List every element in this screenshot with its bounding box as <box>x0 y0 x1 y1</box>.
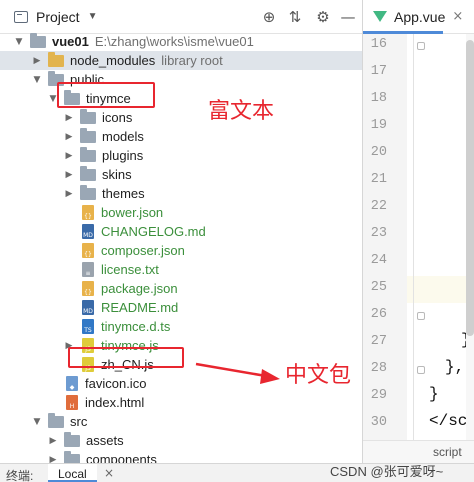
vue-file-icon <box>373 11 387 22</box>
watermark: CSDN @张可爱呀~ <box>330 464 444 479</box>
code-line-30[interactable]: } <box>429 385 439 403</box>
close-icon[interactable]: × <box>452 9 463 24</box>
line-number: 29 <box>370 388 387 403</box>
project-panel: Project ▼ ⊕ ⇅ ⚙ — ▼ vue01 E:\zhang\works… <box>0 0 362 463</box>
annotation-chinese-pack: 中文包 <box>285 363 352 388</box>
line-number-current: 25 <box>370 280 387 295</box>
editor-pane: App.vue × 16 17 18 19 20 21 22 23 24 25 … <box>362 0 474 463</box>
editor-tab-app-vue[interactable]: App.vue × <box>363 0 474 34</box>
line-number: 16 <box>370 37 387 52</box>
terminal-tab-local[interactable]: Local <box>48 464 97 482</box>
line-number: 30 <box>370 415 387 430</box>
line-number: 28 <box>370 361 387 376</box>
breadcrumb-item[interactable]: script <box>433 445 462 459</box>
terminal-label: 终端: <box>6 469 34 482</box>
indent-guide <box>413 34 414 440</box>
line-number: 23 <box>370 226 387 241</box>
line-number: 24 <box>370 253 387 268</box>
close-icon[interactable]: × <box>104 466 114 480</box>
breadcrumb[interactable]: script <box>363 440 474 463</box>
line-number: 22 <box>370 199 387 214</box>
fold-marker-icon[interactable] <box>417 42 425 50</box>
line-number-gutter: 16 17 18 19 20 21 22 23 24 25 26 27 28 2… <box>363 34 407 440</box>
line-number: 18 <box>370 91 387 106</box>
line-number: 17 <box>370 64 387 79</box>
fold-marker-icon[interactable] <box>417 366 425 374</box>
annotation-arrow-icon <box>195 362 280 384</box>
fold-marker-icon[interactable] <box>417 312 425 320</box>
line-number: 20 <box>370 145 387 160</box>
line-number: 27 <box>370 334 387 349</box>
scrollbar-thumb[interactable] <box>466 40 474 336</box>
line-number: 26 <box>370 307 387 322</box>
code-line-29[interactable]: }, <box>445 358 464 376</box>
line-number: 19 <box>370 118 387 133</box>
line-number: 21 <box>370 172 387 187</box>
